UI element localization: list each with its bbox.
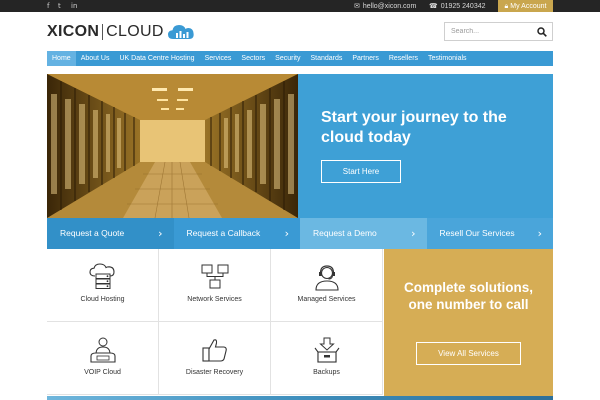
request-demo-label: Request a Demo xyxy=(313,228,377,238)
thumbs-up-icon xyxy=(202,339,227,362)
next-section-banner xyxy=(47,396,553,400)
search-box xyxy=(444,22,553,41)
facebook-icon[interactable]: f xyxy=(47,1,49,11)
service-cloud-hosting[interactable]: Cloud Hosting xyxy=(47,249,159,322)
main-nav: Home About Us UK Data Centre Hosting Ser… xyxy=(47,51,553,66)
linkedin-icon[interactable]: in xyxy=(71,1,77,11)
support-agent-icon xyxy=(315,265,339,291)
service-label: Backups xyxy=(313,369,340,376)
request-callback-label: Request a Callback xyxy=(186,228,261,238)
logo-text-left: XICON xyxy=(47,23,100,40)
page: f t in ✉ hello@xicon.com ☎ 01925 240342 🔒︎… xyxy=(0,0,600,400)
nav-testimonials[interactable]: Testimonials xyxy=(423,51,472,66)
site-logo[interactable]: XICON CLOUD xyxy=(47,20,195,44)
top-bar: f t in ✉ hello@xicon.com ☎ 01925 240342 🔒︎… xyxy=(0,0,600,12)
cloud-logo-icon xyxy=(167,25,194,39)
chevron-right-icon: › xyxy=(537,227,542,240)
lock-icon: 🔒︎ xyxy=(504,2,509,10)
service-label: Cloud Hosting xyxy=(80,296,125,303)
email-link[interactable]: ✉ hello@xicon.com xyxy=(354,0,416,12)
promo-panel: Complete solutions, one number to call V… xyxy=(384,249,553,396)
voip-phone-icon xyxy=(90,337,116,363)
nav-security[interactable]: Security xyxy=(270,51,305,66)
service-label: Disaster Recovery xyxy=(185,369,244,376)
my-account-label: My Account xyxy=(510,3,547,10)
search-icon xyxy=(537,26,547,37)
phone-icon: ☎ xyxy=(429,2,438,10)
resell-services-button[interactable]: Resell Our Services › xyxy=(426,218,553,249)
service-voip-cloud[interactable]: VOIP Cloud xyxy=(47,322,159,395)
nav-partners[interactable]: Partners xyxy=(347,51,383,66)
my-account-button[interactable]: 🔒︎ My Account xyxy=(498,0,553,12)
nav-home[interactable]: Home xyxy=(47,51,76,66)
start-here-button[interactable]: Start Here xyxy=(321,160,401,183)
service-disaster-recovery[interactable]: Disaster Recovery xyxy=(159,322,271,395)
promo-title: Complete solutions, one number to call xyxy=(403,280,533,312)
search-input[interactable] xyxy=(445,23,533,40)
envelope-icon: ✉ xyxy=(354,2,360,10)
backup-box-icon xyxy=(314,337,340,363)
nav-resellers[interactable]: Resellers xyxy=(384,51,423,66)
nav-services[interactable]: Services xyxy=(200,51,237,66)
request-callback-button[interactable]: Request a Callback › xyxy=(173,218,300,249)
chevron-right-icon: › xyxy=(158,227,163,240)
service-managed-services[interactable]: Managed Services xyxy=(271,249,383,322)
service-label: Network Services xyxy=(187,296,242,303)
hero-banner: Start your journey to the cloud today St… xyxy=(47,74,553,218)
request-quote-button[interactable]: Request a Quote › xyxy=(47,218,174,249)
cloud-server-icon xyxy=(89,263,115,289)
quick-links: Request a Quote › Request a Callback › R… xyxy=(47,218,553,249)
hero-title: Start your journey to the cloud today xyxy=(321,109,507,146)
nav-sectors[interactable]: Sectors xyxy=(236,51,270,66)
service-network-services[interactable]: Network Services xyxy=(159,249,271,322)
hero-text-panel: Start your journey to the cloud today St… xyxy=(298,74,553,218)
phone-text: 01925 240342 xyxy=(440,3,486,10)
chevron-right-icon: › xyxy=(411,227,416,240)
chevron-right-icon: › xyxy=(284,227,289,240)
request-demo-button[interactable]: Request a Demo › xyxy=(300,218,427,249)
nav-standards[interactable]: Standards xyxy=(305,51,347,66)
hero-data-centre-image xyxy=(47,74,298,218)
logo-divider xyxy=(102,24,104,40)
search-button[interactable] xyxy=(532,23,552,40)
phone-link[interactable]: ☎ 01925 240342 xyxy=(429,0,486,12)
resell-services-label: Resell Our Services xyxy=(439,228,515,238)
service-label: Managed Services xyxy=(297,296,356,303)
view-all-services-button[interactable]: View All Services xyxy=(416,342,521,365)
request-quote-label: Request a Quote xyxy=(60,228,125,238)
email-text: hello@xicon.com xyxy=(362,3,417,10)
network-icon xyxy=(201,264,229,289)
service-backups[interactable]: Backups xyxy=(271,322,383,395)
services-grid: Cloud Hosting Network Services Managed S… xyxy=(47,249,384,396)
logo-text-right: CLOUD xyxy=(106,23,164,40)
service-label: VOIP Cloud xyxy=(84,369,121,376)
nav-uk-data-centre-hosting[interactable]: UK Data Centre Hosting xyxy=(114,51,199,66)
twitter-icon[interactable]: t xyxy=(58,1,61,11)
nav-about-us[interactable]: About Us xyxy=(76,51,115,66)
